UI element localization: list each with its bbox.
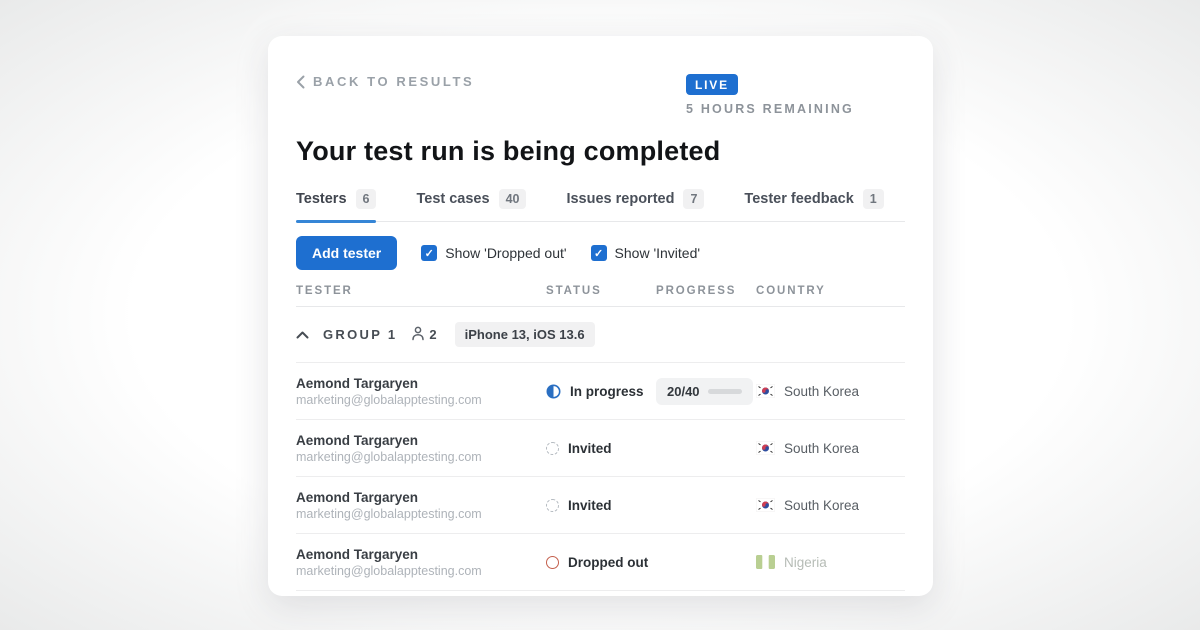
empty-next-row (296, 591, 905, 596)
status-cell: Invited (546, 498, 656, 513)
live-badge: LIVE (686, 74, 738, 95)
group-name: GROUP 1 (323, 327, 397, 342)
tester-name: Aemond Targaryen (296, 433, 546, 448)
invited-icon (546, 499, 559, 512)
progress-pill: 20/40 (656, 378, 753, 405)
group-count-value: 2 (429, 327, 436, 342)
country-cell: South Korea (756, 384, 905, 399)
tab-label: Issues reported (566, 191, 674, 207)
country-cell: South Korea (756, 441, 905, 456)
tab-label: Test cases (416, 191, 489, 207)
table-row[interactable]: Aemond Targaryen marketing@globalapptest… (296, 534, 905, 591)
tester-cell: Aemond Targaryen marketing@globalapptest… (296, 433, 546, 464)
status-label: In progress (570, 384, 644, 399)
time-remaining-label: 5 HOURS REMAINING (686, 102, 854, 116)
checkbox-checked-icon[interactable]: ✓ (591, 245, 607, 261)
checkbox-checked-icon[interactable]: ✓ (421, 245, 437, 261)
table-header-row: TESTER STATUS PROGRESS COUNTRY (296, 285, 905, 307)
tester-cell: Aemond Targaryen marketing@globalapptest… (296, 547, 546, 578)
nigeria-flag-icon (756, 555, 775, 569)
status-cell: Dropped out (546, 555, 656, 570)
filter-show-invited[interactable]: ✓ Show 'Invited' (591, 245, 701, 261)
country-cell: Nigeria (756, 555, 905, 570)
tab-label: Testers (296, 191, 347, 207)
device-badge: iPhone 13, iOS 13.6 (455, 322, 595, 347)
tab-bar: Testers 6 Test cases 40 Issues reported … (296, 189, 905, 222)
live-status-block: LIVE 5 HOURS REMAINING (686, 74, 854, 116)
south-korea-flag-icon (756, 384, 775, 398)
dropped-out-icon (546, 556, 559, 569)
tester-email: marketing@globalapptesting.com (296, 450, 546, 464)
tester-name: Aemond Targaryen (296, 376, 546, 391)
in-progress-icon (546, 384, 561, 399)
filter-label: Show 'Dropped out' (445, 245, 566, 261)
tester-email: marketing@globalapptesting.com (296, 507, 546, 521)
column-header-tester: TESTER (296, 285, 546, 297)
test-run-card: BACK TO RESULTS LIVE 5 HOURS REMAINING Y… (268, 36, 933, 596)
back-to-results-link[interactable]: BACK TO RESULTS (296, 74, 474, 89)
person-icon (411, 326, 425, 344)
status-label: Invited (568, 441, 612, 456)
tab-test-cases[interactable]: Test cases 40 (416, 189, 526, 221)
progress-bar (708, 389, 742, 394)
country-cell: South Korea (756, 498, 905, 513)
country-label: Nigeria (784, 555, 827, 570)
group-tester-count: 2 (411, 326, 436, 344)
column-header-country: COUNTRY (756, 285, 905, 297)
country-label: South Korea (784, 498, 859, 513)
status-cell: Invited (546, 441, 656, 456)
south-korea-flag-icon (756, 498, 775, 512)
back-label: BACK TO RESULTS (313, 74, 474, 89)
tab-tester-feedback[interactable]: Tester feedback 1 (744, 189, 883, 221)
tab-label: Tester feedback (744, 191, 853, 207)
table-row[interactable]: Aemond Targaryen marketing@globalapptest… (296, 363, 905, 420)
tab-count-badge: 40 (499, 189, 527, 209)
tester-cell: Aemond Targaryen marketing@globalapptest… (296, 490, 546, 521)
table-row[interactable]: Aemond Targaryen marketing@globalapptest… (296, 420, 905, 477)
filter-label: Show 'Invited' (615, 245, 701, 261)
column-header-status: STATUS (546, 285, 656, 297)
status-cell: In progress (546, 384, 656, 399)
tester-name: Aemond Targaryen (296, 547, 546, 562)
tester-cell: Aemond Targaryen marketing@globalapptest… (296, 376, 546, 407)
column-header-progress: PROGRESS (656, 285, 756, 297)
chevron-up-icon[interactable] (296, 326, 309, 344)
tester-email: marketing@globalapptesting.com (296, 564, 546, 578)
add-tester-button[interactable]: Add tester (296, 236, 397, 270)
progress-value: 20/40 (667, 384, 700, 399)
group-header-row[interactable]: GROUP 1 2 iPhone 13, iOS 13.6 (296, 307, 905, 363)
tab-testers[interactable]: Testers 6 (296, 189, 376, 221)
tab-count-badge: 6 (356, 189, 377, 209)
status-label: Dropped out (568, 555, 648, 570)
card-header: BACK TO RESULTS LIVE 5 HOURS REMAINING (296, 74, 905, 132)
filter-show-dropped-out[interactable]: ✓ Show 'Dropped out' (421, 245, 566, 261)
table-row[interactable]: Aemond Targaryen marketing@globalapptest… (296, 477, 905, 534)
toolbar: Add tester ✓ Show 'Dropped out' ✓ Show '… (296, 236, 905, 270)
south-korea-flag-icon (756, 441, 775, 455)
status-label: Invited (568, 498, 612, 513)
progress-cell: 20/40 (656, 378, 756, 405)
tab-count-badge: 1 (863, 189, 884, 209)
tester-name: Aemond Targaryen (296, 490, 546, 505)
country-label: South Korea (784, 441, 859, 456)
tester-email: marketing@globalapptesting.com (296, 393, 546, 407)
back-chevron-icon (296, 75, 305, 89)
country-label: South Korea (784, 384, 859, 399)
page-title: Your test run is being completed (296, 136, 905, 167)
tab-count-badge: 7 (683, 189, 704, 209)
tab-issues-reported[interactable]: Issues reported 7 (566, 189, 704, 221)
invited-icon (546, 442, 559, 455)
